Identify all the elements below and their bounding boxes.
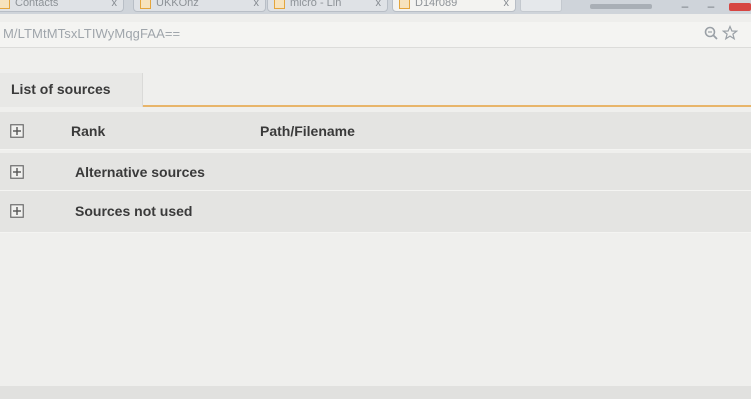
column-header-rank[interactable]: Rank: [71, 123, 105, 139]
address-bar[interactable]: M/LTMtMTsxLTIWyMqgFAA==: [0, 22, 751, 48]
expand-plus-icon[interactable]: [10, 124, 24, 138]
tab-title: micro - Lin: [290, 0, 342, 9]
browser-tab-ukkonz[interactable]: UKKOnz x: [133, 0, 266, 12]
sources-panel: List of sources Rank Path/Filename Alter…: [0, 48, 751, 399]
group-row-sources-not-used[interactable]: Sources not used: [0, 191, 751, 233]
browser-tab-micro[interactable]: micro - Lin x: [267, 0, 388, 12]
url-text[interactable]: M/LTMtMTsxLTIWyMqgFAA==: [3, 26, 180, 41]
tab-title: Contacts: [15, 0, 59, 9]
expand-plus-icon[interactable]: [10, 165, 24, 179]
tab-label: List of sources: [11, 81, 111, 97]
page-favicon-icon: [399, 0, 410, 9]
bookmark-star-icon[interactable]: [722, 25, 738, 41]
page-favicon-icon: [0, 0, 10, 9]
new-tab-button[interactable]: [520, 0, 562, 12]
browser-tab-contacts[interactable]: Contacts x: [0, 0, 124, 12]
tab-title: D14r089: [415, 0, 458, 9]
page-favicon-icon: [274, 0, 285, 9]
expand-plus-icon[interactable]: [10, 204, 24, 218]
window-close-button[interactable]: [729, 3, 751, 11]
browser-tab-strip: Contacts x UKKOnz x micro - Lin x D14r08…: [0, 0, 751, 14]
zoom-icon[interactable]: [703, 25, 719, 41]
maximize-button[interactable]: –: [704, 0, 718, 14]
tab-close-icon[interactable]: x: [376, 0, 382, 9]
tab-close-icon[interactable]: x: [112, 0, 118, 9]
browser-tab-active[interactable]: D14r089 x: [392, 0, 516, 12]
tab-close-icon[interactable]: x: [254, 0, 260, 9]
section-tabs: List of sources: [0, 73, 751, 107]
profile-indicator[interactable]: [590, 4, 652, 9]
group-label: Alternative sources: [75, 164, 205, 180]
footer-bar: [0, 386, 751, 399]
page: Contacts x UKKOnz x micro - Lin x D14r08…: [0, 0, 751, 399]
tab-close-icon[interactable]: x: [504, 0, 510, 9]
group-label: Sources not used: [75, 203, 193, 219]
page-favicon-icon: [140, 0, 151, 9]
minimize-button[interactable]: –: [678, 0, 692, 14]
tab-list-of-sources[interactable]: List of sources: [0, 73, 143, 107]
column-header-path-filename[interactable]: Path/Filename: [260, 123, 355, 139]
group-row-alternative-sources[interactable]: Alternative sources: [0, 153, 751, 191]
sources-header-row: Rank Path/Filename: [0, 112, 751, 150]
tab-title: UKKOnz: [156, 0, 199, 9]
